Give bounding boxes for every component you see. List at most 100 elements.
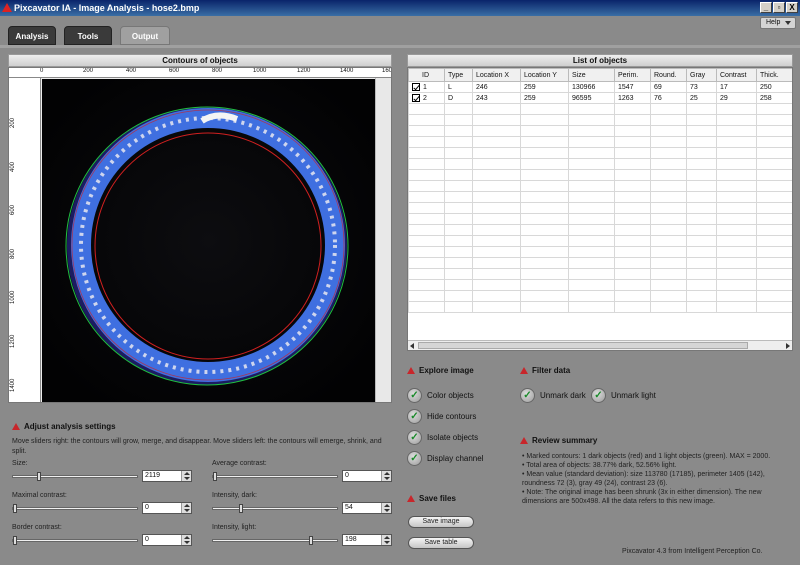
display-channel-button[interactable]: ✓ Display channel bbox=[407, 451, 483, 466]
col-header[interactable]: ID bbox=[408, 68, 445, 82]
empty-cell bbox=[716, 301, 757, 313]
slider-thumb[interactable] bbox=[239, 504, 243, 513]
col-header[interactable]: Location X bbox=[472, 68, 521, 82]
row-checkbox[interactable] bbox=[412, 83, 420, 91]
max-contrast-slider[interactable] bbox=[12, 504, 138, 513]
empty-row bbox=[408, 202, 792, 214]
size-slider[interactable] bbox=[12, 472, 138, 481]
avg-contrast-slider[interactable] bbox=[212, 472, 338, 481]
empty-cell bbox=[716, 103, 757, 115]
int-dark-spinner[interactable]: 54 bbox=[342, 502, 392, 514]
check-icon: ✓ bbox=[407, 451, 422, 466]
empty-cell bbox=[472, 136, 521, 148]
empty-cell bbox=[408, 235, 445, 247]
spin-arrows-icon[interactable] bbox=[181, 503, 191, 513]
check-icon: ✓ bbox=[407, 430, 422, 445]
empty-cell bbox=[408, 114, 445, 126]
contours-image-pane[interactable]: 0 200 400 600 800 1000 1200 1400 160 200… bbox=[8, 67, 392, 403]
empty-cell bbox=[614, 213, 651, 225]
unmark-dark-button[interactable]: ✓ Unmark dark bbox=[520, 388, 586, 403]
int-light-value: 198 bbox=[345, 536, 357, 543]
tab-divider bbox=[0, 45, 800, 48]
table-row[interactable]: 1 L 246 259 130966 1547 69 73 17 250 bbox=[408, 81, 792, 93]
cell-loc-y: 259 bbox=[520, 81, 569, 93]
col-header[interactable]: Thick. bbox=[756, 68, 792, 82]
col-header[interactable]: Size bbox=[568, 68, 615, 82]
help-menu-button[interactable]: Help bbox=[760, 17, 796, 29]
cell-type: D bbox=[444, 92, 473, 104]
slider-thumb[interactable] bbox=[13, 504, 17, 513]
border-contrast-slider[interactable] bbox=[12, 536, 138, 545]
size-spinner[interactable]: 2119 bbox=[142, 470, 192, 482]
empty-cell bbox=[686, 114, 717, 126]
row-checkbox[interactable] bbox=[412, 94, 420, 102]
avg-contrast-spinner[interactable]: 0 bbox=[342, 470, 392, 482]
col-header[interactable]: Round. bbox=[650, 68, 687, 82]
spin-arrows-icon[interactable] bbox=[181, 471, 191, 481]
close-button[interactable]: X bbox=[786, 2, 798, 13]
empty-cell bbox=[568, 246, 615, 258]
empty-cell bbox=[650, 158, 687, 170]
tab-output[interactable]: Output bbox=[120, 26, 170, 45]
spin-arrows-icon[interactable] bbox=[381, 535, 391, 545]
image-scrollbar[interactable] bbox=[375, 78, 391, 402]
hose-drawing bbox=[42, 79, 376, 402]
max-contrast-spinner[interactable]: 0 bbox=[142, 502, 192, 514]
scroll-thumb[interactable] bbox=[418, 342, 748, 349]
empty-cell bbox=[444, 125, 473, 137]
int-light-slider[interactable] bbox=[212, 536, 338, 545]
restore-button[interactable]: ▫ bbox=[773, 2, 785, 13]
empty-cell bbox=[756, 235, 792, 247]
tab-analysis[interactable]: Analysis bbox=[8, 26, 56, 45]
scroll-left-icon[interactable] bbox=[410, 343, 414, 349]
empty-cell bbox=[408, 136, 445, 148]
display-channel-label: Display channel bbox=[427, 454, 484, 463]
empty-row bbox=[408, 147, 792, 159]
empty-cell bbox=[686, 279, 717, 291]
empty-cell bbox=[686, 301, 717, 313]
empty-cell bbox=[686, 235, 717, 247]
empty-cell bbox=[716, 125, 757, 137]
spin-arrows-icon[interactable] bbox=[381, 503, 391, 513]
empty-cell bbox=[408, 290, 445, 302]
slider-thumb[interactable] bbox=[13, 536, 17, 545]
empty-cell bbox=[472, 191, 521, 203]
empty-cell bbox=[686, 202, 717, 214]
table-row[interactable]: 2 D 243 259 96595 1263 76 25 29 258 bbox=[408, 92, 792, 104]
objects-table[interactable]: ID Type Location X Location Y Size Perim… bbox=[407, 67, 793, 351]
empty-cell bbox=[614, 290, 651, 302]
col-header[interactable]: Perim. bbox=[614, 68, 651, 82]
scroll-right-icon[interactable] bbox=[786, 343, 790, 349]
table-hscrollbar[interactable] bbox=[408, 340, 792, 350]
tab-tools[interactable]: Tools bbox=[64, 26, 112, 45]
color-objects-button[interactable]: ✓ Color objects bbox=[407, 388, 474, 403]
save-table-button[interactable]: Save table bbox=[408, 537, 474, 549]
empty-cell bbox=[520, 301, 569, 313]
hide-contours-button[interactable]: ✓ Hide contours bbox=[407, 409, 476, 424]
slider-thumb[interactable] bbox=[213, 472, 217, 481]
max-contrast-label: Maximal contrast: bbox=[12, 492, 67, 499]
minimize-button[interactable]: _ bbox=[760, 2, 772, 13]
objects-panel-title: List of objects bbox=[407, 54, 793, 67]
slider-thumb[interactable] bbox=[309, 536, 313, 545]
col-header[interactable]: Contrast bbox=[716, 68, 757, 82]
spin-arrows-icon[interactable] bbox=[381, 471, 391, 481]
empty-cell bbox=[444, 290, 473, 302]
unmark-light-button[interactable]: ✓ Unmark light bbox=[591, 388, 656, 403]
int-light-spinner[interactable]: 198 bbox=[342, 534, 392, 546]
save-image-button[interactable]: Save image bbox=[408, 516, 474, 528]
size-value: 2119 bbox=[145, 472, 161, 479]
cell-perim: 1547 bbox=[614, 81, 651, 93]
slider-thumb[interactable] bbox=[37, 472, 41, 481]
empty-cell bbox=[444, 114, 473, 126]
isolate-objects-button[interactable]: ✓ Isolate objects bbox=[407, 430, 478, 445]
col-header[interactable]: Type bbox=[444, 68, 473, 82]
spin-arrows-icon[interactable] bbox=[181, 535, 191, 545]
col-header[interactable]: Location Y bbox=[520, 68, 569, 82]
title-bar: Pixcavator IA - Image Analysis - hose2.b… bbox=[0, 0, 800, 16]
border-contrast-spinner[interactable]: 0 bbox=[142, 534, 192, 546]
save-title: Save files bbox=[407, 494, 456, 503]
empty-cell bbox=[444, 103, 473, 115]
col-header[interactable]: Gray bbox=[686, 68, 717, 82]
int-dark-slider[interactable] bbox=[212, 504, 338, 513]
